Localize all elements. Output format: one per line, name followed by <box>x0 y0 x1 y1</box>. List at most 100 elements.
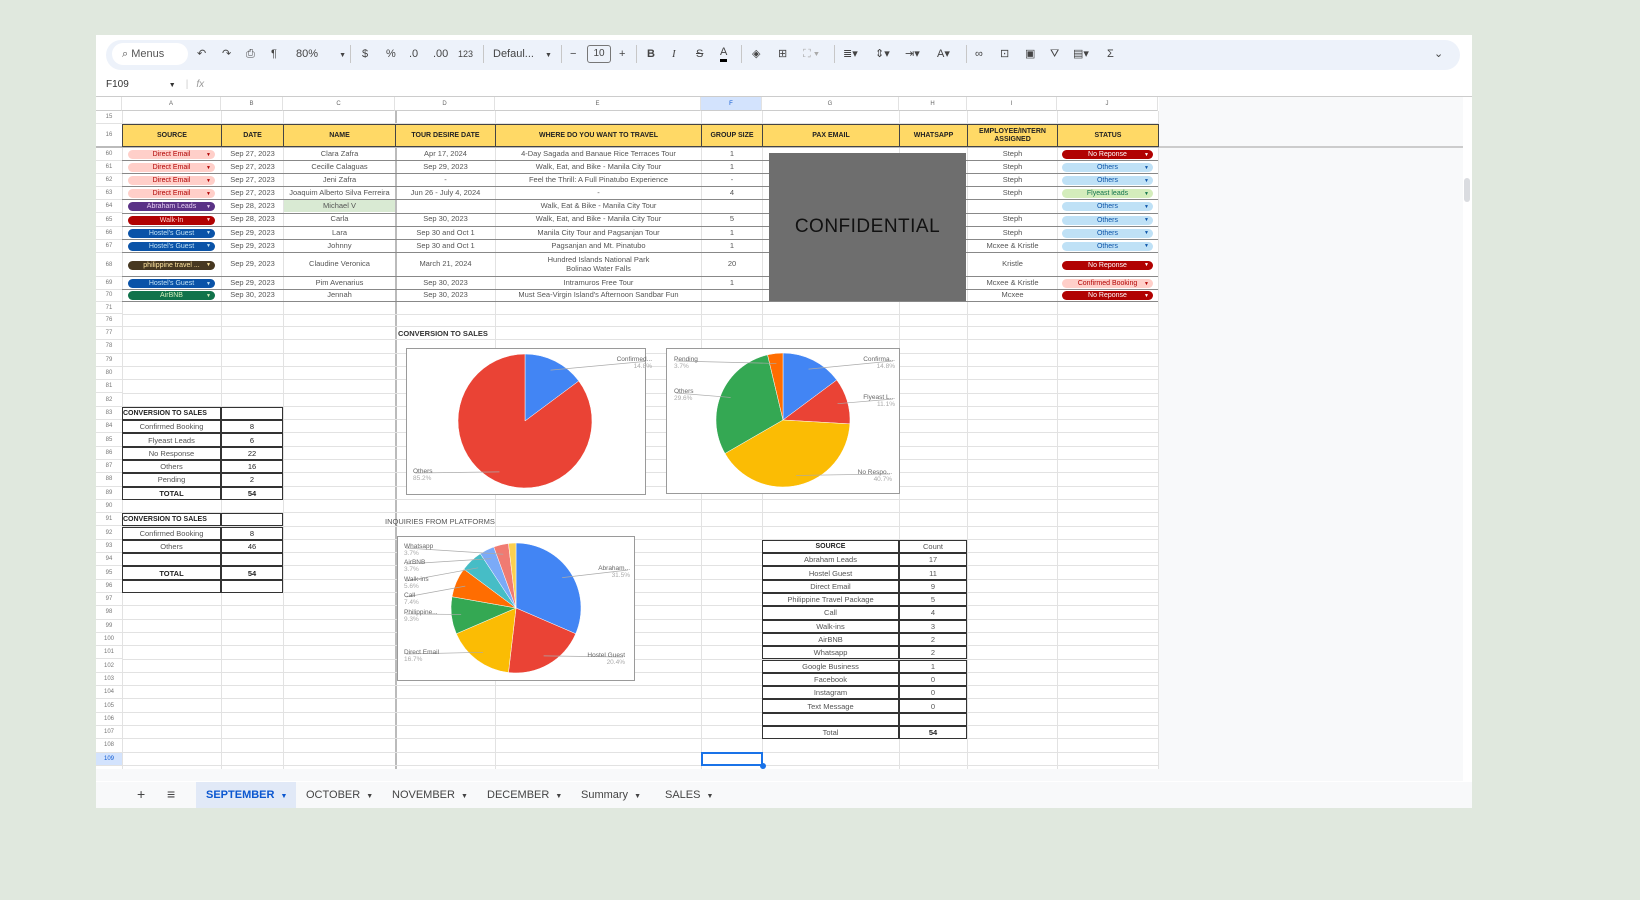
menus-search-button[interactable]: ⌕ Menus <box>112 43 188 65</box>
cell-tour-date[interactable]: Sep 30, 2023 <box>396 277 495 288</box>
row-header-64[interactable]: 64 <box>96 200 122 214</box>
cell-employee[interactable]: Mcxee & Kristle <box>968 277 1057 288</box>
row-header-101[interactable]: 101 <box>96 646 122 660</box>
cell-employee[interactable]: Mcxee & Kristle <box>968 240 1057 252</box>
tab-summary[interactable]: Summary ▼ <box>581 789 641 801</box>
decrease-decimal-button[interactable]: .0 <box>409 46 418 62</box>
row-header-89[interactable]: 89 <box>96 486 122 500</box>
cell-date[interactable]: Sep 28, 2023 <box>222 214 283 226</box>
functions-icon[interactable]: Σ <box>1107 46 1114 62</box>
source-chip[interactable]: Direct Email ▼ <box>128 163 215 173</box>
cell-name[interactable]: Claudine Veronica <box>284 253 395 277</box>
cell-name[interactable]: Joaquim Alberto Silva Ferreira <box>284 187 395 199</box>
cell-name[interactable]: Lara <box>284 227 395 239</box>
row-header-103[interactable]: 103 <box>96 672 122 687</box>
source-chip[interactable]: Direct Email ▼ <box>128 189 215 199</box>
cell-date[interactable]: Sep 29, 2023 <box>222 253 283 277</box>
source-chip[interactable]: Hostel's Guest ▼ <box>128 279 215 288</box>
cell-date[interactable]: Sep 27, 2023 <box>222 161 283 173</box>
cell-destination[interactable]: - <box>496 187 701 199</box>
row-header-67[interactable]: 67 <box>96 239 122 253</box>
row-header-90[interactable]: 90 <box>96 499 122 514</box>
row-header-60[interactable]: 60 <box>96 148 122 162</box>
cell-date[interactable]: Sep 29, 2023 <box>222 240 283 252</box>
cell-employee[interactable]: Steph <box>968 148 1057 160</box>
bold-icon[interactable]: B <box>647 46 655 62</box>
percent-button[interactable]: % <box>386 46 396 62</box>
tab-sales[interactable]: SALES ▼ <box>665 789 713 801</box>
align-icon[interactable]: ≣▾ <box>843 46 858 62</box>
status-chip[interactable]: Others ▼ <box>1062 215 1153 225</box>
row-header-68[interactable]: 68 <box>96 252 122 278</box>
redo-icon[interactable]: ↷ <box>222 46 231 62</box>
cell-date[interactable]: Sep 30, 2023 <box>222 290 283 301</box>
source-chip[interactable]: philippine travel ... ▼ <box>128 260 215 270</box>
row-header-85[interactable]: 85 <box>96 433 122 447</box>
cell-destination[interactable]: Intramuros Free Tour <box>496 277 701 288</box>
row-header-78[interactable]: 78 <box>96 340 122 354</box>
cell-destination[interactable]: Walk, Eat, and Bike - Manila City Tour <box>496 214 701 226</box>
name-box[interactable]: F109 ▼ | fx <box>106 79 204 90</box>
tab-september[interactable]: SEPTEMBER ▼ <box>206 789 287 801</box>
row-header-86[interactable]: 86 <box>96 446 122 460</box>
row-header-99[interactable]: 99 <box>96 619 122 633</box>
row-header-70[interactable]: 70 <box>96 289 122 303</box>
row-header-87[interactable]: 87 <box>96 460 122 474</box>
cell-name[interactable]: Carla <box>284 214 395 226</box>
row-header-92[interactable]: 92 <box>96 526 122 540</box>
row-header-79[interactable]: 79 <box>96 353 122 367</box>
cell-tour-date[interactable]: Apr 17, 2024 <box>396 148 495 160</box>
zoom-select[interactable]: 80% ▼ <box>296 46 346 62</box>
row-header-61[interactable]: 61 <box>96 161 122 175</box>
source-chip[interactable]: Direct Email ▼ <box>128 176 215 186</box>
italic-icon[interactable]: I <box>672 46 676 62</box>
cell-date[interactable]: Sep 27, 2023 <box>222 187 283 199</box>
cell-group-size[interactable]: 5 <box>702 214 762 226</box>
all-sheets-button[interactable]: ≡ <box>167 786 175 802</box>
fill-handle[interactable] <box>760 762 766 769</box>
views-icon[interactable]: ▤▾ <box>1073 46 1089 62</box>
source-chip[interactable]: Direct Email ▼ <box>128 150 215 160</box>
cell-tour-date[interactable]: Sep 30 and Oct 1 <box>396 227 495 239</box>
cell-name[interactable]: Michael V <box>284 200 395 213</box>
cell-destination[interactable]: Feel the Thrill: A Full Pinatubo Experie… <box>496 174 701 186</box>
paint-format-icon[interactable]: ¶ <box>271 46 277 62</box>
increase-decimal-button[interactable]: .00 <box>433 46 448 62</box>
cell-destination[interactable]: Pagsanjan and Mt. Pinatubo <box>496 240 701 252</box>
row-header-15[interactable]: 15 <box>96 111 122 124</box>
cell-employee[interactable]: Steph <box>968 161 1057 173</box>
number-format-button[interactable]: 123 <box>458 46 473 62</box>
cell-group-size[interactable]: 1 <box>702 148 762 160</box>
row-header-97[interactable]: 97 <box>96 593 122 607</box>
text-color-icon[interactable]: A <box>720 46 728 62</box>
cell-destination[interactable]: Manila City Tour and Pagsanjan Tour <box>496 227 701 239</box>
column-header-j[interactable]: J <box>1057 97 1158 111</box>
status-chip[interactable]: Others ▼ <box>1062 228 1153 238</box>
row-header-102[interactable]: 102 <box>96 659 122 673</box>
row-header-88[interactable]: 88 <box>96 473 122 487</box>
add-sheet-button[interactable]: + <box>137 786 145 802</box>
fill-color-icon[interactable]: ◈ <box>752 46 760 62</box>
cell-date[interactable]: Sep 29, 2023 <box>222 277 283 288</box>
status-chip[interactable]: Others ▼ <box>1062 241 1153 251</box>
status-chip[interactable]: Flyeast leads ▼ <box>1062 189 1153 199</box>
borders-icon[interactable]: ⊞ <box>778 46 787 62</box>
row-header-65[interactable]: 65 <box>96 213 122 227</box>
cell-group-size[interactable]: 1 <box>702 227 762 239</box>
status-chip[interactable]: Others ▼ <box>1062 176 1153 186</box>
cell-name[interactable]: Jeni Zafra <box>284 174 395 186</box>
cell-name[interactable]: Clara Zafra <box>284 148 395 160</box>
row-header-105[interactable]: 105 <box>96 699 122 713</box>
strikethrough-icon[interactable]: S <box>696 46 703 62</box>
column-header-g[interactable]: G <box>762 97 899 111</box>
cell-destination[interactable]: Must Sea-Virgin Island's Afternoon Sandb… <box>496 290 701 301</box>
cell-group-size[interactable]: 1 <box>702 161 762 173</box>
cell-tour-date[interactable]: Sep 30 and Oct 1 <box>396 240 495 252</box>
row-header-109[interactable]: 109 <box>96 752 122 766</box>
corner-cell[interactable] <box>96 97 122 111</box>
valign-icon[interactable]: ⇕▾ <box>875 46 890 62</box>
undo-icon[interactable]: ↶ <box>197 46 206 62</box>
horizontal-scrollbar[interactable] <box>96 769 1463 781</box>
cell-group-size[interactable]: 20 <box>702 253 762 277</box>
cell-group-size[interactable] <box>702 290 762 301</box>
